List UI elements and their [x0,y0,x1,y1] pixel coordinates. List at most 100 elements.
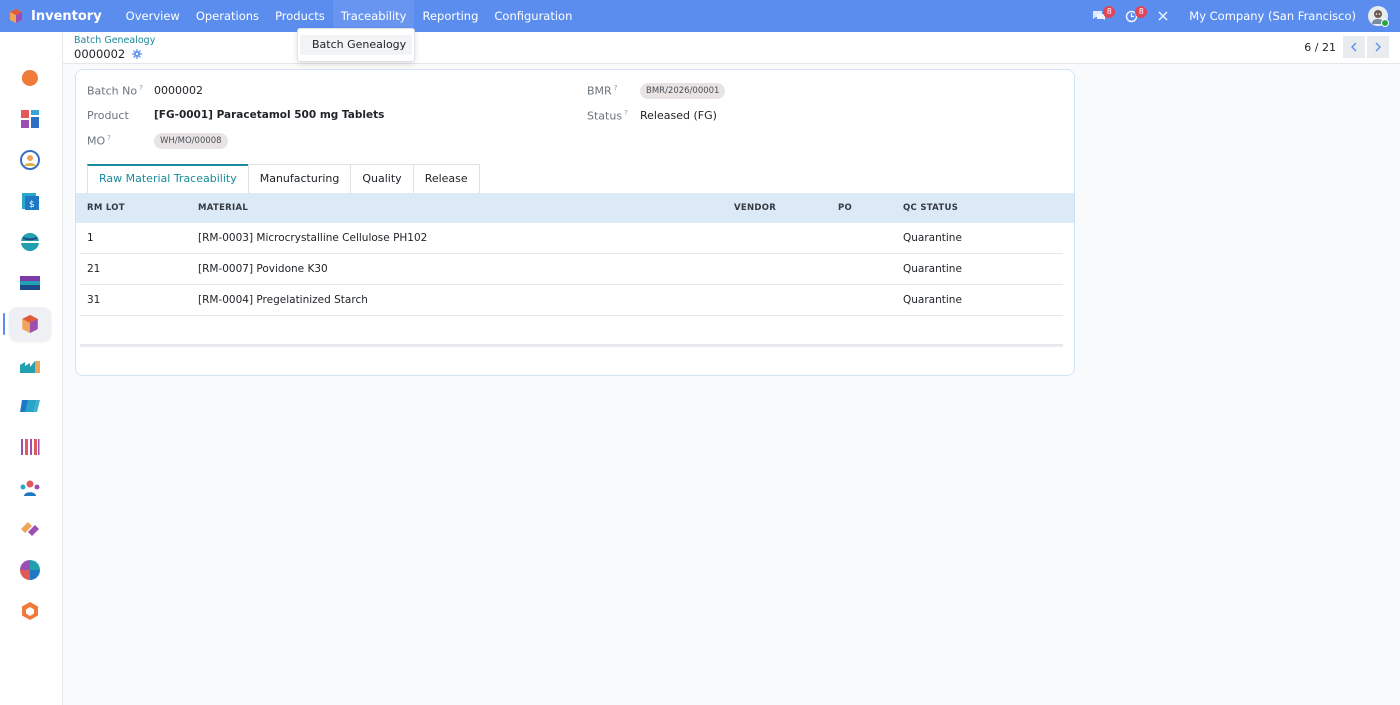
sidebar-app-discuss[interactable] [9,61,51,95]
status-field[interactable]: Released (FG) [640,109,717,122]
top-navbar: Inventory Overview Operations Products T… [0,0,1400,32]
inventory-icon [22,315,38,333]
cell-qc-status: Quarantine [903,294,962,306]
product-field[interactable]: [FG-0001] Paracetamol 500 mg Tablets [154,109,384,121]
crm-icon [20,150,40,170]
cell-qc-status: Quarantine [903,232,962,244]
table-header: RM LOT MATERIAL VENDOR PO QC STATUS [76,193,1074,223]
active-app-indicator [3,313,5,335]
invoicing-icon: $ [22,193,39,210]
tab-manufacturing[interactable]: Manufacturing [247,164,352,193]
column-po[interactable]: PO [838,203,852,213]
record-title-text: 0000002 [74,47,126,61]
sidebar-app-planning[interactable] [9,553,51,587]
bmr-label: BMR? [587,84,618,98]
sidebar-app-crm[interactable] [9,143,51,177]
cell-material: [RM-0003] Microcrystalline Cellulose PH1… [198,232,428,244]
app-name[interactable]: Inventory [31,9,102,24]
sidebar-app-manufacturing[interactable] [9,348,51,382]
help-mark[interactable]: ? [107,134,111,142]
traceability-dropdown: Batch Genealogy [297,28,415,62]
purchase-icon [20,400,40,412]
dashboards-icon [21,110,39,128]
product-label: Product [87,109,129,122]
table-row[interactable]: 1 [RM-0003] Microcrystalline Cellulose P… [80,223,1063,254]
gear-icon[interactable] [131,49,142,59]
tab-quality[interactable]: Quality [350,164,414,193]
inventory-logo-icon[interactable] [9,9,23,23]
employees-icon [20,480,40,496]
help-mark[interactable]: ? [139,84,143,92]
discuss-icon [21,69,38,86]
navbar-systray: 8 8 My Company (San Francisco) [1089,0,1400,32]
accounting-icon [20,276,40,290]
help-mark[interactable]: ? [624,109,628,117]
cell-rm-lot: 1 [87,232,94,244]
table-footer [80,345,1063,347]
sidebar-app-employees[interactable] [9,471,51,505]
tab-raw-material-traceability[interactable]: Raw Material Traceability [87,164,249,194]
table-row-empty [80,316,1063,345]
cell-material: [RM-0007] Povidone K30 [198,263,328,275]
planning-icon [20,560,40,580]
sidebar-app-barcode[interactable] [9,430,51,464]
column-material[interactable]: MATERIAL [198,203,248,213]
record-title: 0000002 [74,47,142,61]
sidebar-app-sales[interactable] [9,512,51,546]
menu-overview[interactable]: Overview [118,0,188,32]
tools-icon [1158,11,1168,21]
barcode-icon [21,439,40,455]
activity-badge: 8 [1135,6,1148,18]
tab-release[interactable]: Release [412,164,480,193]
chat-badge: 8 [1103,6,1116,18]
cell-qc-status: Quarantine [903,263,962,275]
company-switcher[interactable]: My Company (San Francisco) [1189,9,1356,23]
sidebar-app-invoicing[interactable]: $ [9,184,51,218]
website-icon [21,233,39,251]
help-mark[interactable]: ? [614,84,618,92]
dropdown-item-batch-genealogy[interactable]: Batch Genealogy [300,35,412,55]
activity-button[interactable]: 8 [1121,0,1148,32]
pager-previous-button[interactable] [1343,36,1365,58]
debug-button[interactable] [1153,0,1173,32]
cell-rm-lot: 21 [87,263,101,275]
sidebar-app-website[interactable] [9,225,51,259]
menu-configuration[interactable]: Configuration [486,0,580,32]
pager-next-button[interactable] [1367,36,1389,58]
menu-reporting[interactable]: Reporting [414,0,486,32]
apps-sidebar: $ [0,32,63,705]
online-status-dot [1381,19,1389,27]
control-panel: Batch Genealogy 0000002 6 / 21 [63,32,1400,64]
sidebar-app-accounting[interactable] [9,266,51,300]
notebook-tabs: Raw Material Traceability Manufacturing … [87,164,480,194]
chevron-left-icon [1351,42,1357,52]
sidebar-app-apps[interactable] [9,594,51,628]
sidebar-app-purchase[interactable] [9,389,51,423]
bmr-tag[interactable]: BMR/2026/00001 [640,83,726,99]
chat-button[interactable]: 8 [1089,0,1116,32]
batch-no-field[interactable]: 0000002 [154,84,203,97]
column-vendor[interactable]: VENDOR [734,203,776,213]
menu-operations[interactable]: Operations [188,0,267,32]
user-avatar[interactable] [1368,6,1389,27]
sidebar-app-dashboards[interactable] [9,102,51,136]
mo-label: MO? [87,134,111,148]
mo-tag[interactable]: WH/MO/00008 [154,133,228,149]
sidebar-app-inventory[interactable] [9,307,51,341]
pager-value[interactable]: 6 / 21 [1304,41,1336,54]
column-qc-status[interactable]: QC STATUS [903,203,958,213]
chevron-right-icon [1375,42,1381,52]
cell-material: [RM-0004] Pregelatinized Starch [198,294,368,306]
manufacturing-icon [20,361,40,373]
form-sheet: Batch No? 0000002 Product [FG-0001] Para… [75,69,1075,376]
status-label: Status? [587,109,628,123]
column-rm-lot[interactable]: RM LOT [87,203,125,213]
raw-material-table: RM LOT MATERIAL VENDOR PO QC STATUS 1 [R… [76,193,1074,347]
breadcrumb-parent[interactable]: Batch Genealogy [74,35,155,46]
sales-icon [21,522,39,536]
cell-rm-lot: 31 [87,294,101,306]
apps-icon [22,602,38,620]
batch-no-label: Batch No? [87,84,143,98]
table-row[interactable]: 21 [RM-0007] Povidone K30 Quarantine [80,254,1063,285]
table-row[interactable]: 31 [RM-0004] Pregelatinized Starch Quara… [80,285,1063,316]
